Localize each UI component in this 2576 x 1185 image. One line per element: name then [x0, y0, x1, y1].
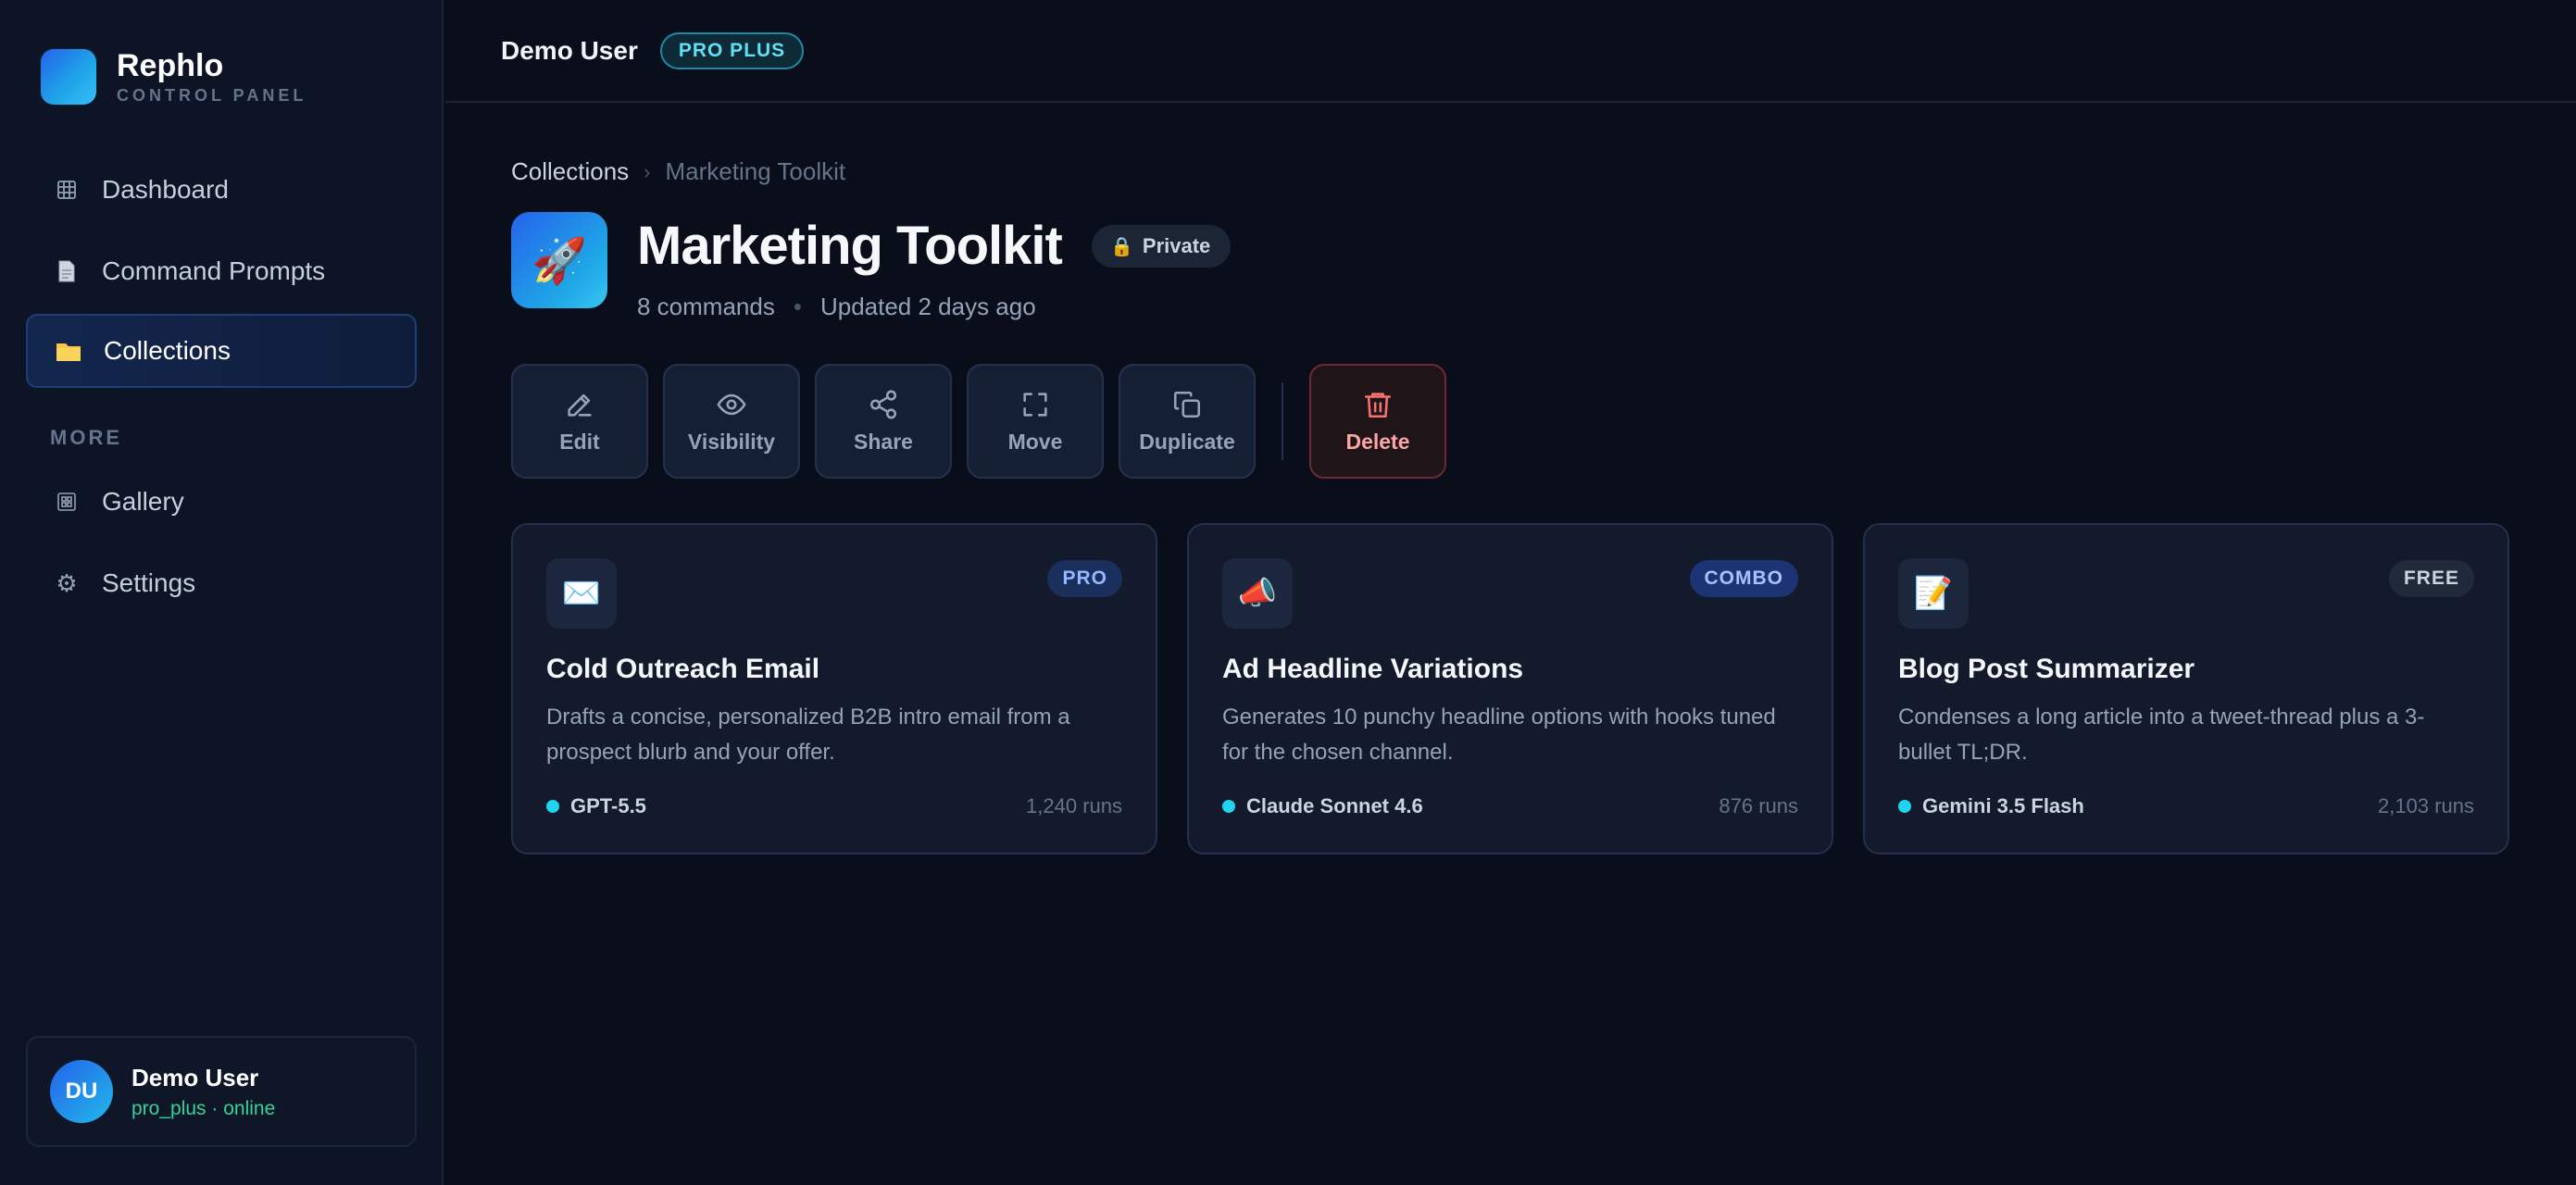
sidebar-item-collections[interactable]: Collections — [26, 314, 417, 388]
card-title: Ad Headline Variations — [1222, 654, 1524, 684]
visibility-label: Visibility — [687, 429, 776, 454]
envelope-icon: ✉️ — [546, 558, 617, 629]
sidebar-item-label: Collections — [104, 336, 231, 365]
model-dot-icon — [1898, 800, 1911, 813]
brand[interactable]: Rephlo CONTROL PANEL — [41, 47, 306, 106]
plan-badge: PRO PLUS — [659, 31, 805, 69]
user-name: Demo User — [131, 1063, 259, 1091]
sidebar-item-label: Settings — [102, 568, 196, 597]
megaphone-icon: 📣 — [1222, 558, 1293, 629]
tier-badge: FREE — [2388, 560, 2474, 597]
topbar: Demo User PRO PLUS — [445, 0, 2576, 103]
sidebar-section-more: MORE — [50, 426, 122, 449]
card-model: GPT-5.5 — [546, 794, 646, 818]
meta-separator: • — [793, 293, 802, 320]
breadcrumb-current: Marketing Toolkit — [665, 157, 846, 185]
model-name: GPT-5.5 — [570, 794, 646, 817]
breadcrumb-separator: › — [644, 159, 651, 183]
user-card[interactable]: DU Demo User pro_plus · online — [26, 1036, 417, 1147]
copy-icon — [1173, 391, 1201, 418]
gear-icon: ⚙ — [56, 568, 78, 597]
avatar: DU — [50, 1060, 113, 1123]
topbar-user-name[interactable]: Demo User — [501, 36, 638, 66]
pencil-icon — [568, 393, 592, 417]
command-count: 8 commands — [637, 293, 775, 320]
duplicate-button[interactable]: Duplicate — [1119, 364, 1256, 479]
sidebar-item-label: Gallery — [102, 487, 184, 516]
sidebar-item-gallery[interactable]: Gallery — [26, 465, 417, 539]
card-description: Condenses a long article into a tweet-th… — [1898, 705, 2425, 765]
brand-name: Rephlo — [117, 48, 224, 83]
eye-icon — [717, 393, 746, 415]
visibility-label: Private — [1142, 234, 1211, 257]
sidebar-item-dashboard[interactable]: Dashboard — [26, 153, 417, 227]
card-runs: 2,103 runs — [2378, 794, 2474, 817]
move-label: Move — [1007, 429, 1063, 454]
sidebar-item-label: Command Prompts — [102, 256, 326, 285]
sidebar-item-command-prompts[interactable]: Command Prompts — [26, 234, 417, 308]
card-model: Gemini 3.5 Flash — [1898, 794, 2084, 818]
lock-icon: 🔒 — [1110, 236, 1133, 257]
gallery-icon — [50, 492, 83, 512]
edit-label: Edit — [559, 429, 600, 454]
edit-button[interactable]: Edit — [511, 364, 648, 479]
breadcrumb-collections-link[interactable]: Collections — [511, 157, 629, 186]
folder-icon — [52, 340, 85, 362]
card-runs: 876 runs — [1719, 794, 1798, 817]
collection-meta: 8 commands • Updated 2 days ago — [637, 293, 1036, 321]
user-status: pro_plus · online — [131, 1097, 276, 1119]
duplicate-label: Duplicate — [1139, 429, 1235, 454]
memo-icon: 📝 — [1898, 558, 1969, 629]
model-dot-icon — [1222, 800, 1235, 813]
model-dot-icon — [546, 800, 559, 813]
rocket-icon: 🚀 — [511, 212, 607, 308]
visibility-button[interactable]: Visibility — [663, 364, 800, 479]
sidebar-item-label: Dashboard — [102, 175, 229, 204]
document-icon — [50, 259, 83, 283]
brand-subtitle: CONTROL PANEL — [117, 86, 307, 105]
command-card[interactable]: 📝 FREE Blog Post Summarizer Condenses a … — [1863, 523, 2509, 854]
card-title: Blog Post Summarizer — [1898, 654, 2195, 684]
move-button[interactable]: Move — [967, 364, 1104, 479]
tier-badge: PRO — [1047, 560, 1122, 597]
move-icon — [1023, 392, 1047, 417]
grid-icon — [50, 180, 83, 200]
model-name: Claude Sonnet 4.6 — [1246, 794, 1423, 817]
command-card[interactable]: ✉️ PRO Cold Outreach Email Drafts a conc… — [511, 523, 1157, 854]
card-runs: 1,240 runs — [1026, 794, 1122, 817]
share-label: Share — [854, 429, 913, 454]
brand-logo — [41, 48, 96, 105]
card-title: Cold Outreach Email — [546, 654, 820, 684]
visibility-badge: 🔒 Private — [1092, 225, 1232, 268]
action-divider — [1282, 382, 1283, 460]
breadcrumb: Collections › Marketing Toolkit — [511, 157, 845, 186]
tier-badge: COMBO — [1689, 560, 1798, 597]
share-button[interactable]: Share — [815, 364, 952, 479]
delete-label: Delete — [1345, 429, 1410, 454]
model-name: Gemini 3.5 Flash — [1922, 794, 2084, 817]
command-card[interactable]: 📣 COMBO Ad Headline Variations Generates… — [1187, 523, 1833, 854]
updated-time: Updated 2 days ago — [819, 293, 1036, 320]
page-title: Marketing Toolkit — [637, 216, 1063, 276]
share-icon — [869, 390, 897, 418]
sidebar-item-settings[interactable]: ⚙ Settings — [26, 546, 417, 620]
card-description: Drafts a concise, personalized B2B intro… — [546, 705, 1070, 765]
card-description: Generates 10 punchy headline options wit… — [1222, 705, 1776, 765]
sidebar: Rephlo CONTROL PANEL Dashboard Command P… — [0, 0, 444, 1185]
delete-button[interactable]: Delete — [1309, 364, 1446, 479]
card-model: Claude Sonnet 4.6 — [1222, 794, 1423, 818]
trash-icon — [1364, 392, 1392, 418]
